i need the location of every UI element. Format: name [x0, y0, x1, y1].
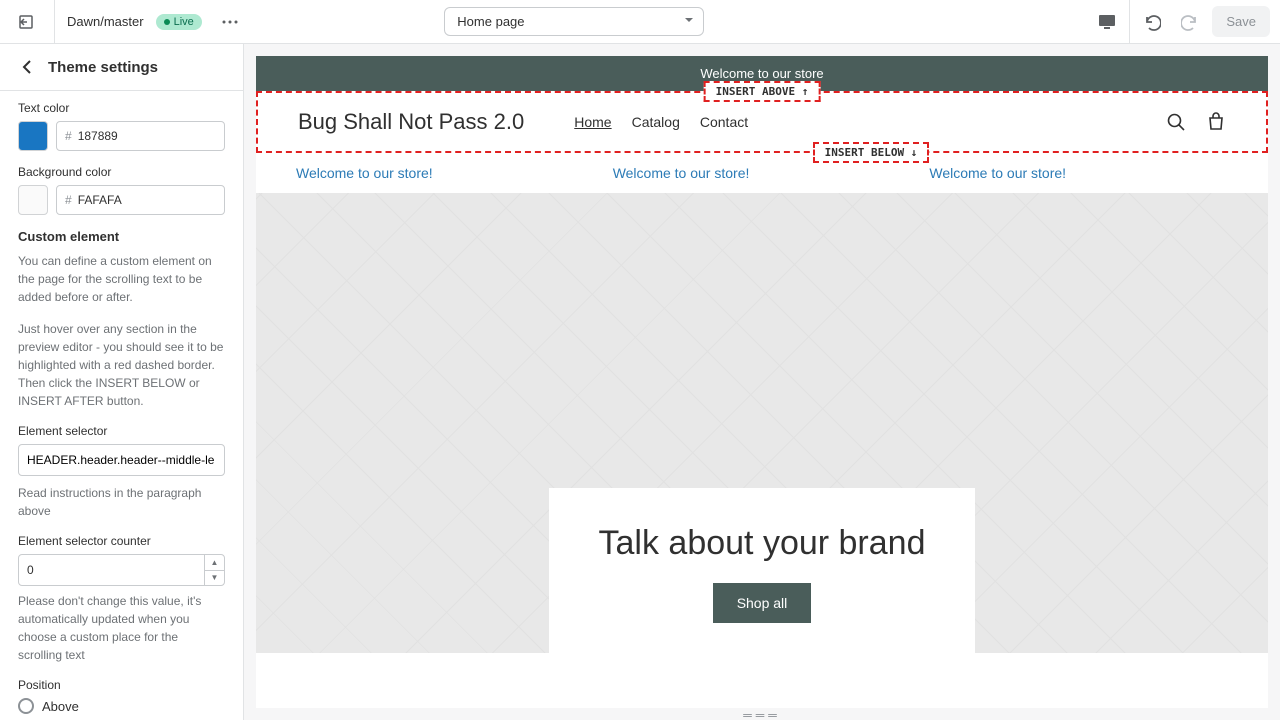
bg-color-swatch[interactable]	[18, 185, 48, 215]
help-text-1: You can define a custom element on the p…	[18, 252, 225, 306]
drag-handle[interactable]: ═══	[727, 708, 797, 720]
counter-label: Element selector counter	[18, 534, 225, 548]
text-color-label: Text color	[18, 101, 225, 115]
selector-input[interactable]	[18, 444, 225, 476]
custom-element-heading: Custom element	[18, 229, 225, 244]
counter-hint: Please don't change this value, it's aut…	[18, 592, 225, 664]
save-button[interactable]: Save	[1212, 6, 1270, 37]
store-name: Bug Shall Not Pass 2.0	[298, 109, 524, 135]
radio-above[interactable]: Above	[18, 698, 225, 714]
position-label: Position	[18, 678, 225, 692]
hero-section: Talk about your brand Shop all	[256, 193, 1268, 653]
theme-name: Dawn/master	[67, 14, 144, 29]
bg-color-label: Background color	[18, 165, 225, 179]
insert-below-button[interactable]: INSERT BELOW ↓	[813, 142, 930, 163]
exit-button[interactable]	[10, 6, 42, 38]
help-text-2: Just hover over any section in the previ…	[18, 320, 225, 410]
selector-hint: Read instructions in the paragraph above	[18, 484, 225, 520]
page-selector[interactable]: Home page	[444, 7, 704, 36]
back-button[interactable]	[18, 58, 36, 76]
desktop-view-button[interactable]	[1091, 6, 1123, 38]
sidebar-title: Theme settings	[48, 59, 158, 76]
nav-contact[interactable]: Contact	[700, 114, 748, 130]
stepper-down-icon[interactable]: ▼	[205, 571, 224, 586]
preview-pane: Welcome to our store INSERT ABOVE ↑ INSE…	[244, 44, 1280, 720]
redo-button[interactable]	[1174, 6, 1206, 38]
more-button[interactable]	[214, 6, 246, 38]
store-nav: Home Catalog Contact	[574, 114, 748, 130]
status-badge: Live	[156, 14, 202, 30]
stepper-up-icon[interactable]: ▲	[205, 555, 224, 571]
insert-above-button[interactable]: INSERT ABOVE ↑	[704, 81, 821, 102]
undo-button[interactable]	[1136, 6, 1168, 38]
settings-sidebar: Theme settings Text color #187889 Backgr…	[0, 44, 244, 720]
scrolling-text: Welcome to our store! Welcome to our sto…	[256, 153, 1268, 193]
hero-title: Talk about your brand	[599, 524, 926, 563]
counter-input[interactable]: 0 ▲▼	[18, 554, 225, 586]
cart-icon[interactable]	[1206, 112, 1226, 132]
text-color-input[interactable]: #187889	[56, 121, 225, 151]
selector-label: Element selector	[18, 424, 225, 438]
shop-all-button[interactable]: Shop all	[713, 583, 812, 623]
search-icon[interactable]	[1166, 112, 1186, 132]
text-color-swatch[interactable]	[18, 121, 48, 151]
nav-catalog[interactable]: Catalog	[632, 114, 680, 130]
top-toolbar: Dawn/master Live Home page Save	[0, 0, 1280, 44]
bg-color-input[interactable]: #FAFAFA	[56, 185, 225, 215]
nav-home[interactable]: Home	[574, 114, 611, 130]
